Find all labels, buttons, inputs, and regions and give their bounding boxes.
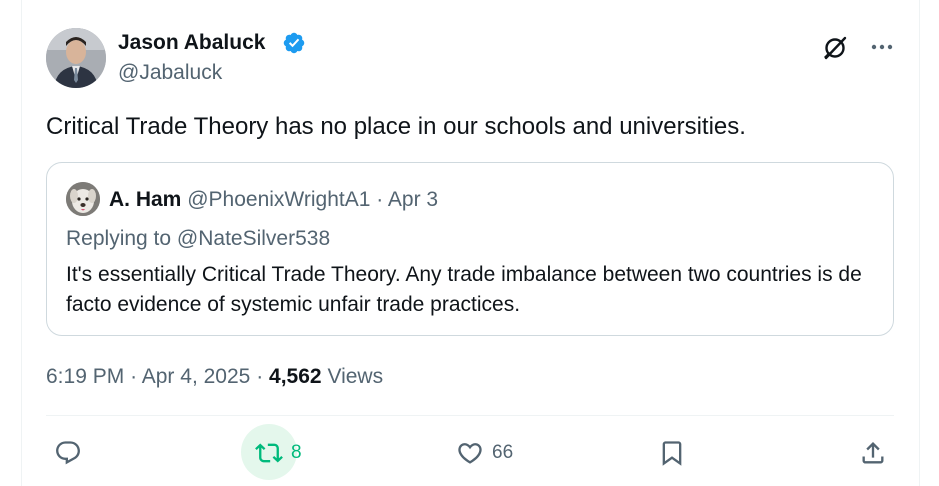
quote-reply-handle[interactable]: @NateSilver538: [177, 227, 330, 250]
meta-separator: ·: [130, 365, 138, 388]
like-count: 66: [492, 442, 514, 463]
more-icon[interactable]: [868, 33, 896, 61]
grok-icon[interactable]: [820, 33, 850, 63]
quote-tweet-card[interactable]: A. Ham @PhoenixWrightA1 · Apr 3 Replying…: [46, 162, 894, 336]
quote-replying-to: Replying to @NateSilver538: [66, 226, 330, 252]
views-count: 4,562: [269, 365, 322, 388]
quote-date[interactable]: Apr 3: [388, 188, 438, 211]
quote-author-name[interactable]: A. Ham: [109, 188, 181, 211]
retweet-button[interactable]: 8: [255, 424, 302, 482]
tweet-meta: 6:19 PM · Apr 4, 2025 · 4,562 Views: [46, 364, 383, 390]
bookmark-icon: [662, 441, 682, 466]
like-button[interactable]: 66: [456, 424, 513, 482]
author-handle[interactable]: @Jabaluck: [118, 60, 222, 86]
quote-separator: ·: [376, 188, 384, 211]
frame-border-right: [919, 0, 920, 486]
retweet-count: 8: [291, 442, 302, 463]
share-button[interactable]: [859, 424, 887, 482]
quote-author-handle[interactable]: @PhoenixWrightA1: [187, 188, 370, 211]
verified-badge-icon: [283, 32, 305, 54]
actions-divider: [46, 415, 894, 416]
author-name[interactable]: Jason Abaluck: [118, 30, 265, 56]
bookmark-button[interactable]: [658, 424, 686, 482]
quote-header: A. Ham @PhoenixWrightA1 · Apr 3: [109, 187, 438, 213]
reply-button[interactable]: [54, 424, 82, 482]
quote-reply-prefix: Replying to: [66, 227, 177, 250]
quote-text: It's essentially Critical Trade Theory. …: [66, 263, 862, 316]
like-icon: [458, 443, 482, 464]
tweet-date[interactable]: Apr 4, 2025: [142, 365, 251, 388]
reply-icon: [56, 441, 80, 465]
tweet-time[interactable]: 6:19 PM: [46, 365, 124, 388]
quote-author-avatar[interactable]: [66, 182, 100, 216]
frame-border-left: [21, 0, 22, 486]
meta-separator: ·: [256, 365, 264, 388]
tweet-text: Critical Trade Theory has no place in ou…: [46, 113, 746, 140]
author-avatar[interactable]: [46, 28, 106, 88]
retweet-icon: [255, 443, 283, 463]
views-label: Views: [327, 365, 384, 388]
share-icon: [862, 442, 884, 464]
